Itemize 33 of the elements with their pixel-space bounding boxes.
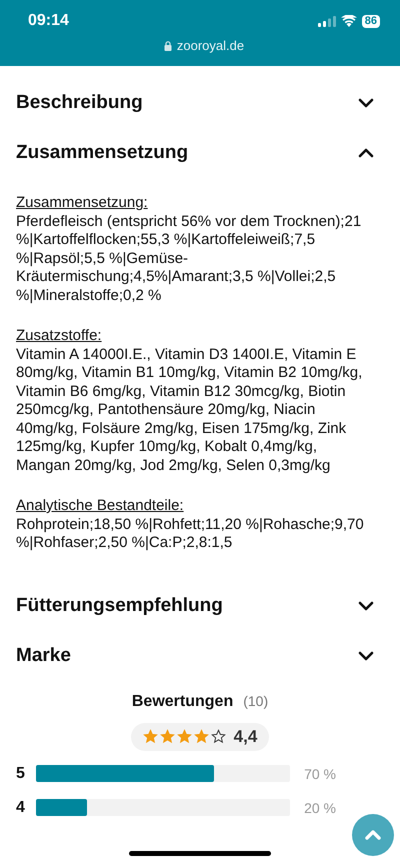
accordion-header[interactable]: Marke bbox=[16, 630, 384, 680]
reviews-heading: Bewertungen bbox=[132, 692, 234, 710]
percent-text: 20 % bbox=[303, 800, 336, 816]
wifi-icon bbox=[340, 15, 357, 27]
section-subheading: Analytische Bestandteile: bbox=[16, 497, 184, 516]
ingredients-text: Rohprotein;18,50 %|Rohfett;11,20 %|Rohasche;9,70 %|Rohfaser;2,50 %|Ca:P;2,8:1,5 bbox=[16, 516, 365, 552]
chevron-down-icon bbox=[358, 650, 374, 660]
section-subheading: Zusammensetzung: bbox=[16, 194, 148, 212]
lock-icon bbox=[164, 40, 172, 50]
accordion-header[interactable]: Beschreibung bbox=[16, 78, 384, 128]
filled-star-icon bbox=[194, 729, 209, 744]
filled-star-icon bbox=[142, 729, 158, 744]
accordion-header[interactable]: Zusammensetzung bbox=[16, 128, 384, 178]
chevron-up-icon bbox=[358, 148, 374, 158]
filled-star-icon bbox=[176, 729, 192, 744]
star-level-label: 4 bbox=[16, 798, 26, 816]
star-level-label: 5 bbox=[16, 764, 26, 782]
address-url[interactable]: zooroyal.de bbox=[176, 38, 244, 53]
ingredients-text: Vitamin A 14000I.E., Vitamin D3 1400I.E, Vitamin E 80mg/kg, Vitamin B1 10mg/kg, Vitamin B2 10mg/kg, Vitamin B6 6mg/kg, Vitamin B12 30mcg/kg, Biotin 250mcg/kg, Pantothensäure 20mg/kg, Niacin 40mg/kg, Folsäure 2mg/kg, Eisen 175mg/kg, Zink 125mg/kg, Kupfer 10mg/kg, Kobalt 0,4mg/kg, Mangan 20mg/kg, Jod 2mg/kg, Selen 0,3mg/kg bbox=[16, 346, 364, 475]
clock-time: 09:14 bbox=[28, 12, 69, 30]
chevron-up-icon bbox=[365, 830, 381, 840]
accordion-header[interactable]: Fütterungsempfehlung bbox=[16, 580, 384, 630]
percent-text: 70 % bbox=[303, 766, 336, 782]
section-subheading: Zusatzstoffe: bbox=[16, 327, 102, 346]
rating-score: 4,4 bbox=[234, 726, 258, 746]
ingredients-text: Pferdefleisch (entspricht 56% vor dem Trocknen);21 %|Kartoffelflocken;55,3 %|Kartoffeleiweiß;7,5 %|Rapsöl;5,5 %|Gemüse-Kräutermischung;4,5%|Amarant;3,5 %|Vollei;2,5 %|Mineralstoffe;0,2 % bbox=[16, 212, 362, 305]
scroll-to-top-button[interactable] bbox=[352, 814, 394, 856]
chevron-down-icon bbox=[358, 600, 374, 610]
chevron-down-icon bbox=[358, 98, 374, 108]
signal-icon bbox=[318, 16, 336, 26]
review-count: (10) bbox=[243, 692, 268, 708]
battery-level: 86 bbox=[362, 14, 380, 28]
filled-star-icon bbox=[160, 729, 175, 744]
